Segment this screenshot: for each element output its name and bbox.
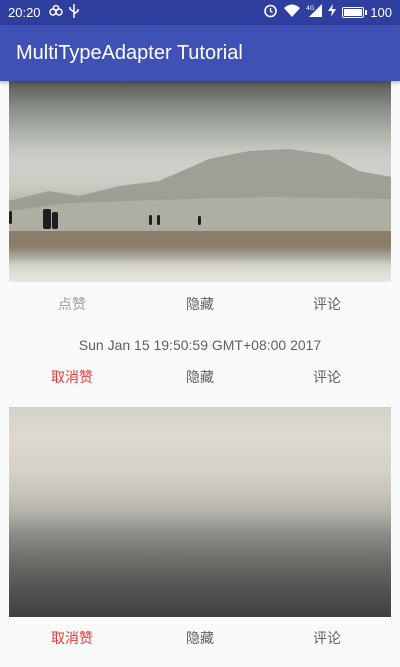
charging-icon <box>328 4 337 21</box>
weibo-icon <box>48 4 63 21</box>
signal-4g-icon: 4G <box>306 4 323 21</box>
hide-button[interactable]: 隐藏 <box>186 367 214 387</box>
battery-percentage: 100 <box>370 5 392 20</box>
feed-photo[interactable] <box>9 81 391 282</box>
comment-button[interactable]: 评论 <box>313 294 341 314</box>
alarm-icon <box>263 3 278 22</box>
hide-button[interactable]: 隐藏 <box>186 628 214 648</box>
app-title: MultiTypeAdapter Tutorial <box>16 41 243 64</box>
action-bar: 点赞 隐藏 评论 <box>0 290 400 316</box>
wifi-icon <box>284 4 301 21</box>
usb-icon <box>68 3 79 22</box>
unlike-button[interactable]: 取消赞 <box>51 367 93 387</box>
hide-button[interactable]: 隐藏 <box>186 294 214 314</box>
comment-button[interactable]: 评论 <box>313 367 341 387</box>
action-bar: 取消赞 隐藏 评论 <box>0 624 400 650</box>
unlike-button[interactable]: 取消赞 <box>51 628 93 648</box>
comment-button[interactable]: 评论 <box>313 628 341 648</box>
status-bar: 20:20 4G 100 <box>0 0 400 25</box>
app-bar: MultiTypeAdapter Tutorial <box>0 25 400 81</box>
post-date: Sun Jan 15 19:50:59 GMT+08:00 2017 <box>78 337 322 353</box>
status-time: 20:20 <box>8 5 41 20</box>
feed-photo[interactable] <box>9 407 391 617</box>
svg-text:4G: 4G <box>306 5 315 12</box>
feed-list[interactable]: 点赞 隐藏 评论 Sun Jan 15 19:50:59 GMT+08:00 2… <box>0 81 400 667</box>
battery-icon <box>342 7 368 18</box>
action-bar: 取消赞 隐藏 评论 <box>0 363 400 389</box>
like-button[interactable]: 点赞 <box>58 294 86 314</box>
